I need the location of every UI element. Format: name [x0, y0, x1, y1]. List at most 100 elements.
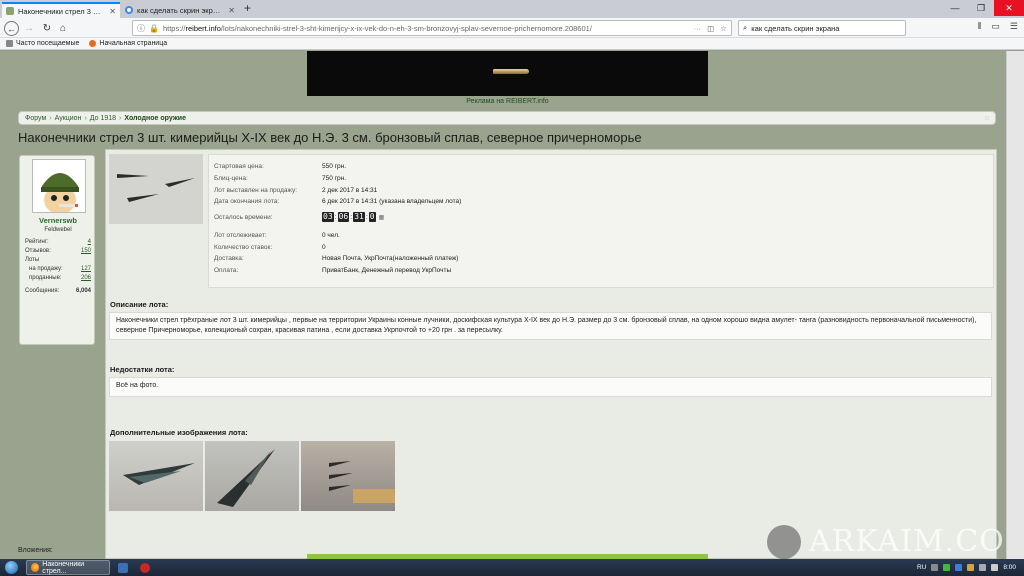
new-tab-icon[interactable]: + — [244, 1, 251, 15]
arrowheads-image-icon — [117, 174, 195, 202]
main-content: Форум › Аукцион › До 1918 › Холодное ору… — [12, 109, 997, 559]
network-icon[interactable] — [979, 564, 987, 571]
breadcrumb-before-1918[interactable]: До 1918 — [90, 115, 116, 122]
lot-thumbnail[interactable] — [301, 441, 395, 511]
stat-row: Отзывов: 150 — [25, 247, 91, 254]
lots-for-sale-link[interactable]: 127 — [81, 266, 91, 272]
breadcrumb-menu-icon[interactable]: ◌ — [985, 115, 989, 122]
calendar-icon[interactable]: ▦ — [379, 214, 385, 221]
reviews-link[interactable]: 150 — [81, 248, 91, 254]
avatar[interactable] — [32, 159, 86, 213]
tab-close-icon[interactable]: ✕ — [228, 6, 235, 15]
listed-date: 2 дек 2017 в 14:31 — [322, 187, 378, 194]
forward-arrow-icon[interactable]: → — [22, 21, 36, 35]
detail-row: Доставка: Новая Почта, УкрПочта(наложенны… — [214, 255, 459, 262]
defects-heading: Недостатки лота: — [110, 365, 175, 374]
address-bar[interactable]: ⓘ 🔒 https://reibert.info/lots/nakonechni… — [132, 20, 732, 36]
stat-row: на продажу: 127 — [29, 265, 91, 272]
bookmark-star-icon[interactable]: ☆ — [720, 24, 727, 33]
stat-row: проданные: 206 — [29, 274, 91, 281]
url-domain: reibert.info — [185, 23, 221, 33]
page-actions-icon[interactable]: ··· — [694, 24, 702, 33]
gear-icon — [6, 40, 13, 47]
seller-card: Vernerswb Feldwebel Рейтинг: 4 Отзывов: 15… — [19, 155, 95, 345]
defects-text: Всё на фото. — [109, 377, 992, 397]
url-path: /lots/nakonechniki-strel-3-sht-kimerijcy… — [220, 23, 592, 33]
taskbar-app[interactable] — [114, 560, 132, 575]
chevron-right-icon: › — [49, 114, 52, 122]
close-window-icon[interactable]: ✕ — [994, 0, 1024, 16]
extra-images-heading: Дополнительные изображения лота: — [110, 428, 248, 437]
chevron-right-icon: › — [84, 114, 87, 122]
detail-row: Оплата: ПриватБанк, Денежный перевод УкрП… — [214, 267, 452, 274]
seller-name[interactable]: Vernerswb — [20, 216, 96, 225]
end-date: 6 дек 2017 в 14:31 (указана владельцем л… — [322, 198, 462, 205]
arrowheads-ruler-photo-icon — [329, 461, 395, 503]
volume-icon[interactable] — [991, 564, 999, 571]
app-icon — [118, 562, 128, 573]
watermark-logo-icon — [767, 524, 801, 559]
stat-row: Сообщения: 6,004 — [25, 287, 91, 294]
tab-google[interactable]: как сделать скрин экрана - Go ✕ — [121, 2, 239, 18]
site-favicon-icon — [6, 7, 14, 15]
detail-row: Лот отслеживает: 0 чел. — [214, 232, 340, 239]
seller-rank: Feldwebel — [44, 227, 72, 233]
page-scrollbar[interactable] — [1006, 51, 1024, 559]
lot-main-image[interactable] — [109, 154, 203, 224]
lot-panel: Стартовая цена: 550 грн. Блиц-цена: 750 гр… — [105, 149, 997, 559]
breadcrumb: Форум › Аукцион › До 1918 › Холодное ору… — [18, 111, 996, 125]
start-button[interactable] — [0, 559, 22, 576]
bids-count: 0 — [322, 244, 326, 251]
extra-images — [109, 441, 395, 511]
blitz-price: 750 грн. — [322, 175, 347, 182]
seller-stats: Рейтинг: 4 Отзывов: 150 Лоты на продажу: 12… — [25, 237, 91, 295]
payment-methods: ПриватБанк, Денежный перевод УкрПочты — [322, 267, 452, 274]
countdown-timer: 03: 06: 31: 0 ▦ — [322, 212, 385, 222]
breadcrumb-current[interactable]: Холодное оружие — [124, 115, 186, 122]
start-price: 550 грн. — [322, 163, 347, 170]
maximize-icon[interactable]: ❐ — [968, 0, 994, 16]
lot-thumbnail[interactable] — [109, 441, 203, 511]
sidebar-icon[interactable]: ▭ — [991, 21, 1000, 32]
tray-icon[interactable] — [967, 564, 975, 571]
firefox-icon — [31, 563, 40, 572]
clock[interactable]: 8:00 — [1003, 564, 1016, 571]
back-arrow-icon[interactable]: ← — [4, 21, 19, 36]
breadcrumb-auction[interactable]: Аукцион — [55, 115, 82, 122]
delivery-methods: Новая Почта, УкрПочта(наложенный платеж) — [322, 255, 459, 262]
lots-sold-link[interactable]: 206 — [81, 275, 91, 281]
language-indicator[interactable]: RU — [917, 564, 926, 571]
minimize-icon[interactable]: — — [942, 0, 968, 16]
detail-row: Количество ставок: 0 — [214, 244, 326, 251]
search-input[interactable]: ⌕ как сделать скрин экрана — [738, 20, 906, 36]
taskbar-app[interactable] — [136, 560, 154, 575]
toolbar-icons: ⫴ ▭ ☰ — [978, 21, 1018, 32]
bookmark-start-page[interactable]: Начальная страница — [89, 40, 167, 47]
description-text: Наконечники стрел трёхграные лот 3 шт. к… — [109, 312, 992, 340]
soldier-avatar-icon — [41, 173, 79, 212]
tray-icon[interactable] — [955, 564, 963, 571]
menu-icon[interactable]: ☰ — [1010, 21, 1018, 32]
window-controls: — ❐ ✕ — [942, 0, 1024, 16]
bookmark-most-visited[interactable]: Часто посещаемые — [6, 40, 79, 47]
taskbar-firefox-window[interactable]: Наконечники стрел... — [26, 560, 110, 575]
ad-link[interactable]: Реклама на REIBERT.info — [307, 98, 708, 105]
breadcrumb-forum[interactable]: Форум — [25, 115, 46, 122]
url-scheme: https:// — [162, 23, 186, 33]
tray-icon[interactable] — [943, 564, 951, 571]
info-icon[interactable]: ⓘ — [137, 23, 145, 34]
reload-icon[interactable]: ↻ — [40, 21, 54, 35]
detail-row: Осталось времени: 03: 06: 31: 0 ▦ — [214, 212, 385, 222]
ad-banner[interactable] — [307, 51, 708, 96]
tab-close-icon[interactable]: ✕ — [109, 7, 116, 16]
library-icon[interactable]: ⫴ — [978, 21, 982, 32]
home-icon[interactable]: ⌂ — [56, 21, 70, 35]
detail-row: Лот выставлен на продажу: 2 дек 2017 в 14… — [214, 187, 378, 194]
lot-thumbnail[interactable] — [205, 441, 299, 511]
stat-row: Рейтинг: 4 — [25, 238, 91, 245]
tab-lot[interactable]: Наконечники стрел 3 шт. ки ✕ — [2, 2, 120, 18]
rating-link[interactable]: 4 — [88, 239, 91, 245]
pocket-icon[interactable]: ◫ — [707, 24, 714, 33]
tray-icon[interactable] — [931, 564, 939, 571]
tab-label: как сделать скрин экрана - Go — [137, 5, 225, 15]
